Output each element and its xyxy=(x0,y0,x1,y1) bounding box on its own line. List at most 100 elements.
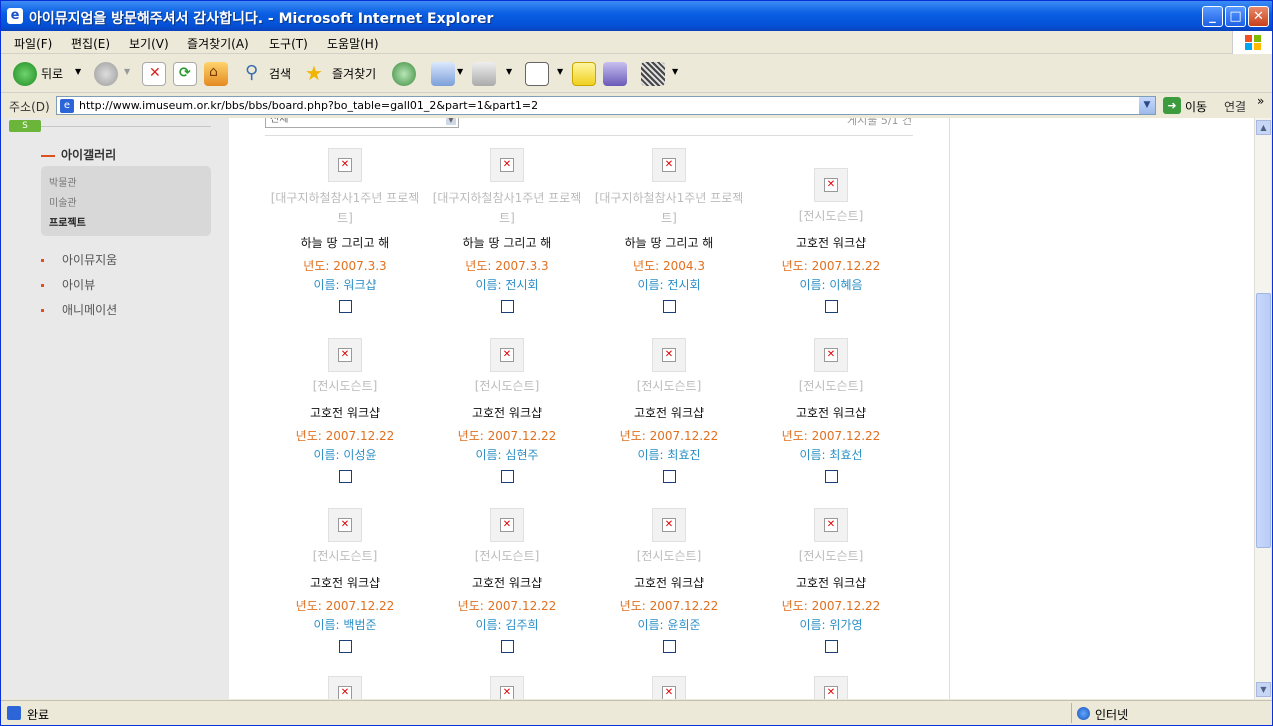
menu-file[interactable]: 파일(F) xyxy=(14,35,52,52)
close-button[interactable]: ✕ xyxy=(1248,6,1269,27)
thumbnail-image[interactable]: ✕ xyxy=(814,508,848,542)
links-label[interactable]: 연결 xyxy=(1224,98,1246,115)
thumbnail-image[interactable]: ✕ xyxy=(652,508,686,542)
back-button-label[interactable]: 뒤로 xyxy=(41,63,63,85)
card-checkbox[interactable] xyxy=(825,470,838,483)
card-checkbox[interactable] xyxy=(663,300,676,313)
card-title[interactable]: 고호전 워크샵 xyxy=(265,404,425,421)
thumbnail-image[interactable]: ✕ xyxy=(652,148,686,182)
thumbnail-image[interactable]: ✕ xyxy=(328,676,362,699)
print-icon[interactable] xyxy=(472,62,496,86)
card-title[interactable]: 고호전 워크샵 xyxy=(265,574,425,591)
card-category[interactable]: [전시도슨트] xyxy=(265,376,425,396)
menu-favorites[interactable]: 즐겨찾기(A) xyxy=(187,35,249,52)
card-checkbox[interactable] xyxy=(339,470,352,483)
history-icon[interactable] xyxy=(392,62,416,86)
thumbnail-image[interactable]: ✕ xyxy=(490,338,524,372)
card-category[interactable]: [대구지하철참사1주년 프로젝트] xyxy=(589,188,749,228)
forward-dropdown-icon[interactable]: ▼ xyxy=(124,67,130,76)
scroll-up-icon[interactable]: ▲ xyxy=(1256,120,1271,135)
edit-icon[interactable] xyxy=(525,62,549,86)
address-dropdown-icon[interactable]: ▼ xyxy=(1139,97,1155,114)
menu-help[interactable]: 도움말(H) xyxy=(327,35,379,52)
submenu-item-museum[interactable]: 박물관 xyxy=(49,174,77,189)
sidebar-item-imuseum[interactable]: 아이뮤지움 xyxy=(41,251,117,268)
category-select[interactable]: 전체 ▼ xyxy=(265,118,459,128)
messenger-dropdown-icon[interactable]: ▼ xyxy=(672,67,678,76)
menu-tools[interactable]: 도구(T) xyxy=(269,35,308,52)
menu-view[interactable]: 보기(V) xyxy=(129,35,169,52)
thumbnail-image[interactable]: ✕ xyxy=(490,508,524,542)
search-button-label[interactable]: 검색 xyxy=(269,63,291,85)
card-checkbox[interactable] xyxy=(825,640,838,653)
favorites-star-icon[interactable]: ★ xyxy=(304,61,328,86)
card-category[interactable]: [전시도슨트] xyxy=(265,546,425,566)
links-more-icon[interactable]: » xyxy=(1257,94,1264,108)
card-checkbox[interactable] xyxy=(339,640,352,653)
card-title[interactable]: 고호전 워크샵 xyxy=(751,234,911,251)
card-checkbox[interactable] xyxy=(501,470,514,483)
thumbnail-image[interactable]: ✕ xyxy=(328,148,362,182)
scroll-down-icon[interactable]: ▼ xyxy=(1256,682,1271,697)
card-title[interactable]: 고호전 워크샵 xyxy=(589,404,749,421)
refresh-icon[interactable]: ⟳ xyxy=(173,62,197,86)
print-dropdown-icon[interactable]: ▼ xyxy=(506,67,512,76)
card-category[interactable]: [대구지하철참사1주년 프로젝트] xyxy=(265,188,425,228)
card-category[interactable]: [대구지하철참사1주년 프로젝트] xyxy=(427,188,587,228)
thumbnail-image[interactable]: ✕ xyxy=(814,338,848,372)
thumbnail-image[interactable]: ✕ xyxy=(814,168,848,202)
address-url[interactable]: http://www.imuseum.or.kr/bbs/bbs/board.p… xyxy=(79,99,538,112)
thumbnail-image[interactable]: ✕ xyxy=(652,338,686,372)
home-icon[interactable]: ⌂ xyxy=(204,62,228,86)
scroll-thumb[interactable] xyxy=(1256,293,1271,548)
card-title[interactable]: 고호전 워크샵 xyxy=(427,404,587,421)
card-title[interactable]: 고호전 워크샵 xyxy=(751,574,911,591)
go-arrow-icon[interactable]: ➜ xyxy=(1163,97,1181,114)
sidebar-item-iview[interactable]: 아이뷰 xyxy=(41,276,95,293)
sidebar-badge[interactable]: S xyxy=(9,120,41,132)
card-checkbox[interactable] xyxy=(663,640,676,653)
card-title[interactable]: 고호전 워크샵 xyxy=(751,404,911,421)
minimize-button[interactable]: _ xyxy=(1202,6,1223,27)
go-button-label[interactable]: 이동 xyxy=(1185,98,1207,115)
card-title[interactable]: 고호전 워크샵 xyxy=(427,574,587,591)
submenu-item-project[interactable]: 프로젝트 xyxy=(49,214,86,229)
messenger-icon[interactable] xyxy=(641,62,665,86)
card-category[interactable]: [전시도슨트] xyxy=(751,546,911,566)
favorites-button-label[interactable]: 즐겨찾기 xyxy=(332,63,376,85)
card-checkbox[interactable] xyxy=(339,300,352,313)
menu-edit[interactable]: 편집(E) xyxy=(71,35,110,52)
mail-dropdown-icon[interactable]: ▼ xyxy=(457,67,463,76)
thumbnail-image[interactable]: ✕ xyxy=(328,508,362,542)
sidebar-item-animation[interactable]: 애니메이션 xyxy=(41,301,117,318)
research-icon[interactable] xyxy=(603,62,627,86)
thumbnail-image[interactable]: ✕ xyxy=(490,676,524,699)
card-checkbox[interactable] xyxy=(663,470,676,483)
forward-arrow-icon[interactable] xyxy=(94,62,118,86)
card-category[interactable]: [전시도슨트] xyxy=(589,546,749,566)
note-icon[interactable] xyxy=(572,62,596,86)
card-checkbox[interactable] xyxy=(501,300,514,313)
card-title[interactable]: 하늘 땅 그리고 해 xyxy=(427,234,587,251)
card-checkbox[interactable] xyxy=(501,640,514,653)
edit-dropdown-icon[interactable]: ▼ xyxy=(557,67,563,76)
mail-icon[interactable] xyxy=(431,62,455,86)
card-title[interactable]: 고호전 워크샵 xyxy=(589,574,749,591)
card-title[interactable]: 하늘 땅 그리고 해 xyxy=(589,234,749,251)
thumbnail-image[interactable]: ✕ xyxy=(652,676,686,699)
card-category[interactable]: [전시도슨트] xyxy=(427,546,587,566)
search-icon[interactable]: ⚲ xyxy=(243,62,267,86)
card-checkbox[interactable] xyxy=(825,300,838,313)
sidebar-section-title[interactable]: 아이갤러리 xyxy=(41,146,116,163)
title-bar[interactable]: e 아이뮤지엄을 방문해주셔서 감사합니다. - Microsoft Inter… xyxy=(1,1,1272,32)
thumbnail-image[interactable]: ✕ xyxy=(490,148,524,182)
card-category[interactable]: [전시도슨트] xyxy=(751,206,911,226)
card-category[interactable]: [전시도슨트] xyxy=(427,376,587,396)
card-title[interactable]: 하늘 땅 그리고 해 xyxy=(265,234,425,251)
thumbnail-image[interactable]: ✕ xyxy=(328,338,362,372)
card-category[interactable]: [전시도슨트] xyxy=(589,376,749,396)
card-category[interactable]: [전시도슨트] xyxy=(751,376,911,396)
vertical-scrollbar[interactable]: ▲ ▼ xyxy=(1254,118,1271,699)
back-dropdown-icon[interactable]: ▼ xyxy=(75,67,81,76)
submenu-item-art-gallery[interactable]: 미술관 xyxy=(49,194,77,209)
